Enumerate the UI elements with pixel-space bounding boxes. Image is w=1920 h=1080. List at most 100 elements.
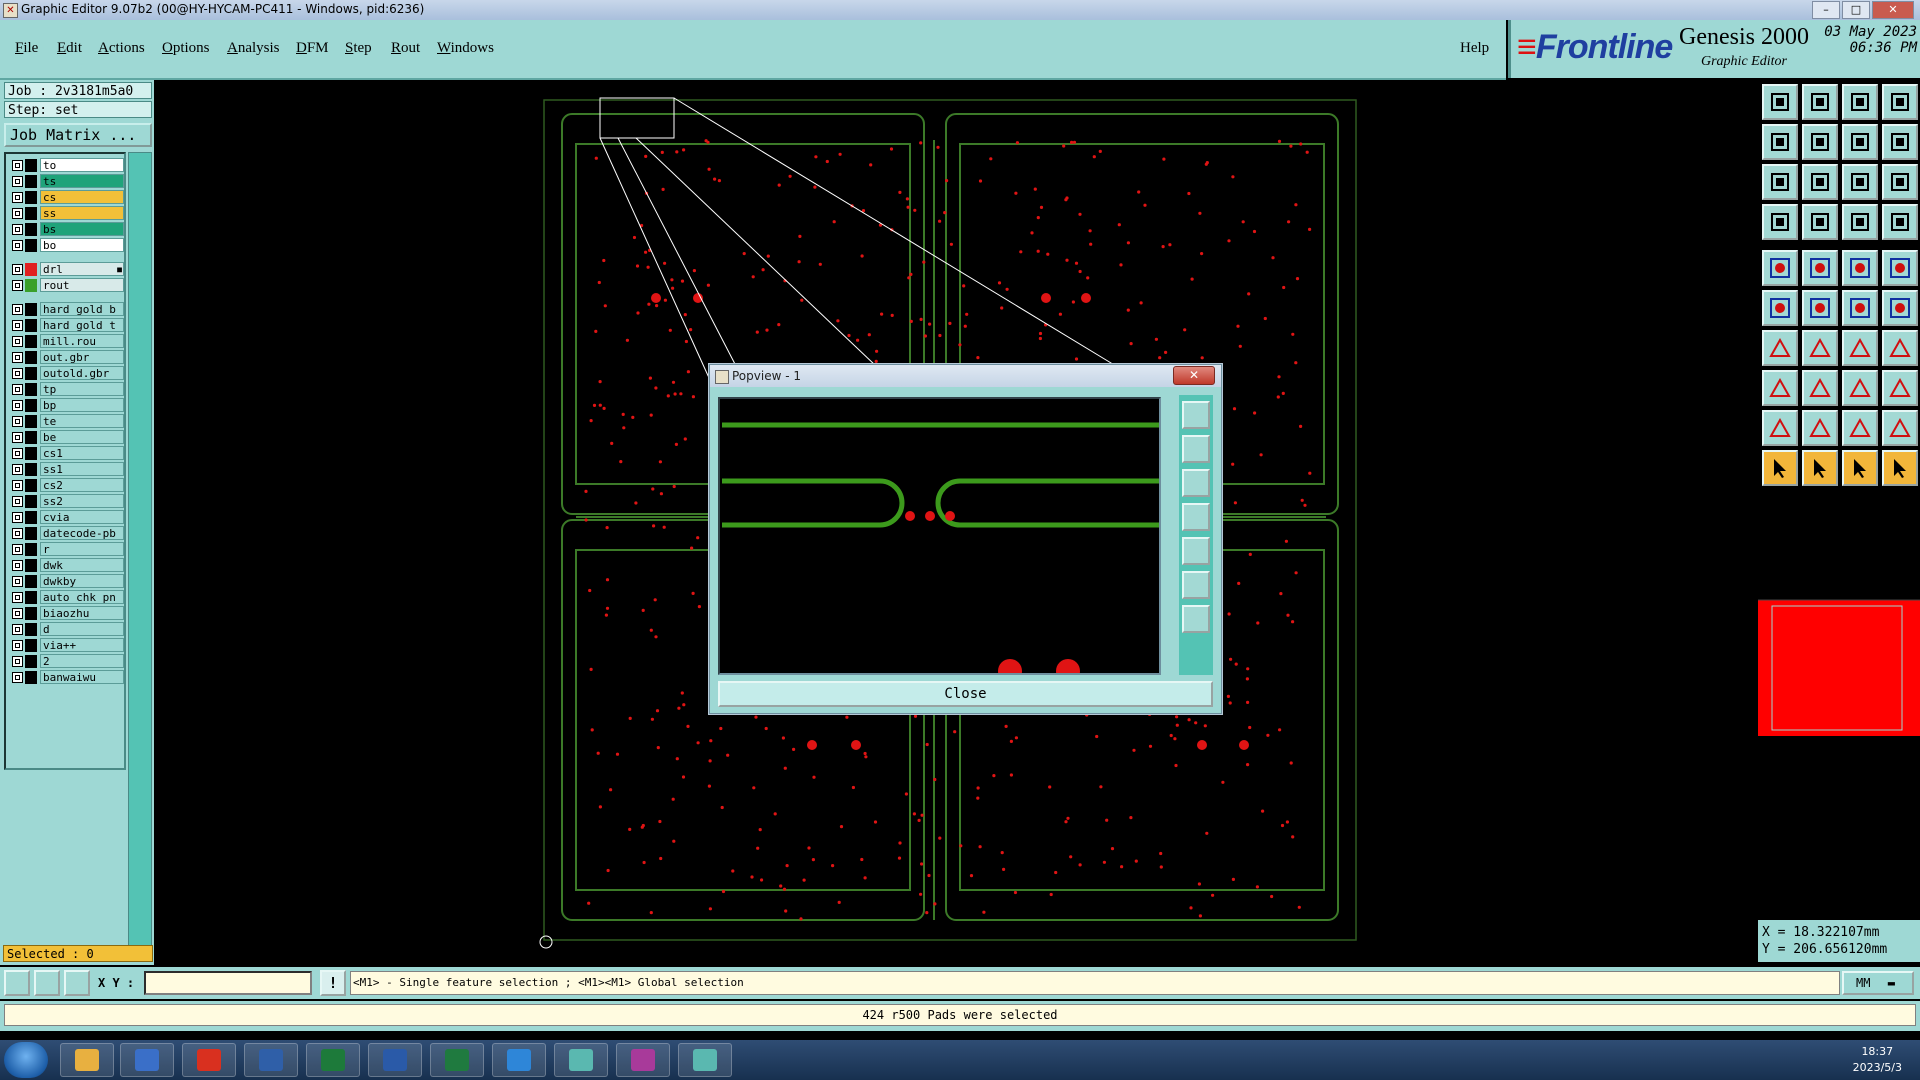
left-view-icon[interactable] <box>1762 124 1798 160</box>
xy-input[interactable] <box>144 971 312 995</box>
layer-checkbox[interactable] <box>12 624 23 635</box>
mirror-tool-icon[interactable] <box>1882 330 1918 366</box>
taskbar-app-messenger[interactable] <box>492 1043 546 1077</box>
layer-name[interactable]: datecode-pb <box>40 526 124 540</box>
layer-row-be[interactable]: be <box>9 430 125 445</box>
layer-row-via-[interactable]: via++ <box>9 638 125 653</box>
menu-options[interactable]: Options <box>162 40 210 57</box>
layer-checkbox[interactable] <box>12 240 23 251</box>
menu-edit[interactable]: Edit <box>57 40 82 57</box>
layer-name[interactable]: ss1 <box>40 462 124 476</box>
layer-name[interactable]: rout <box>40 278 124 292</box>
layer-row-ss[interactable]: ss <box>9 206 125 221</box>
add-line-icon[interactable] <box>1842 250 1878 286</box>
maximize-button[interactable]: □ <box>1842 1 1870 19</box>
fit-view-icon[interactable] <box>1762 164 1798 200</box>
layer-checkbox[interactable] <box>12 368 23 379</box>
layer-color-swatch[interactable] <box>25 479 37 492</box>
popview-pan-left-button[interactable] <box>1182 503 1210 531</box>
connect-a-icon[interactable] <box>1842 290 1878 326</box>
move-tool-icon[interactable] <box>1762 370 1798 406</box>
layer-row-dwkby[interactable]: dwkby <box>9 574 125 589</box>
layer-row-rout[interactable]: rout <box>9 278 125 293</box>
top-view-icon[interactable] <box>1762 84 1798 120</box>
layer-checkbox[interactable] <box>12 224 23 235</box>
layer-color-swatch[interactable] <box>25 351 37 364</box>
layer-color-swatch[interactable] <box>25 575 37 588</box>
layer-color-swatch[interactable] <box>25 263 37 276</box>
layer-checkbox[interactable] <box>12 384 23 395</box>
bottom-view-icon[interactable] <box>1802 84 1838 120</box>
layer-row-ts[interactable]: ts <box>9 174 125 189</box>
layer-color-swatch[interactable] <box>25 223 37 236</box>
layer-checkbox[interactable] <box>12 576 23 587</box>
menu-dfm[interactable]: DFM <box>296 40 329 57</box>
layer-row-bo[interactable]: bo <box>9 238 125 253</box>
alert-button[interactable]: ! <box>320 970 346 996</box>
layer-row-ss2[interactable]: ss2 <box>9 494 125 509</box>
layer-checkbox[interactable] <box>12 640 23 651</box>
layer-checkbox[interactable] <box>12 264 23 275</box>
layer-color-swatch[interactable] <box>25 207 37 220</box>
layer-name[interactable]: d <box>40 622 124 636</box>
menu-actions[interactable]: Actions <box>98 40 145 57</box>
zoom-box-icon[interactable] <box>1802 164 1838 200</box>
layer-row-bs[interactable]: bs <box>9 222 125 237</box>
copy-tool-icon[interactable] <box>1882 370 1918 406</box>
cross-select-icon[interactable] <box>1802 290 1838 326</box>
layer-name[interactable]: 2 <box>40 654 124 668</box>
layer-row-cs2[interactable]: cs2 <box>9 478 125 493</box>
layer-color-swatch[interactable] <box>25 367 37 380</box>
layer-name[interactable]: ts <box>40 174 124 188</box>
popview-pan-right-button[interactable] <box>1182 537 1210 565</box>
add-pad-icon[interactable] <box>1762 250 1798 286</box>
layer-row-d[interactable]: d <box>9 622 125 637</box>
add-polygon-icon[interactable] <box>1802 250 1838 286</box>
layer-name[interactable]: bo <box>40 238 124 252</box>
line-edit-icon[interactable] <box>1802 370 1838 406</box>
taskbar-app-save[interactable] <box>244 1043 298 1077</box>
taskbar-app-shell[interactable] <box>60 1043 114 1077</box>
layer-name[interactable]: auto_chk_pn <box>40 590 124 604</box>
layer-name[interactable]: outold.gbr <box>40 366 124 380</box>
layer-row-2[interactable]: 2 <box>9 654 125 669</box>
layer-checkbox[interactable] <box>12 192 23 203</box>
layer-row-mill-rou[interactable]: mill.rou <box>9 334 125 349</box>
layer-name[interactable]: te <box>40 414 124 428</box>
layer-row-biaozhu[interactable]: biaozhu <box>9 606 125 621</box>
layer-name[interactable]: cvia <box>40 510 124 524</box>
grid-button[interactable] <box>64 970 90 996</box>
triangle-d-icon[interactable] <box>1882 410 1918 446</box>
layer-checkbox[interactable] <box>12 320 23 331</box>
layer-checkbox[interactable] <box>12 480 23 491</box>
layer-color-swatch[interactable] <box>25 559 37 572</box>
flip-view-icon[interactable] <box>1842 124 1878 160</box>
layer-checkbox[interactable] <box>12 352 23 363</box>
layer-row-drl[interactable]: drl ■ <box>9 262 125 277</box>
layer-color-swatch[interactable] <box>25 607 37 620</box>
layer-color-swatch[interactable] <box>25 383 37 396</box>
layer-name[interactable]: bp <box>40 398 124 412</box>
layer-color-swatch[interactable] <box>25 543 37 556</box>
layer-checkbox[interactable] <box>12 464 23 475</box>
draw-line-icon[interactable] <box>1762 330 1798 366</box>
pointer-c-icon[interactable] <box>1842 450 1878 486</box>
popview-pan-up-button[interactable] <box>1182 435 1210 463</box>
layer-name[interactable]: cs2 <box>40 478 124 492</box>
layer-list-scrollbar[interactable] <box>128 152 152 948</box>
layer-name[interactable]: r <box>40 542 124 556</box>
layer-color-swatch[interactable] <box>25 495 37 508</box>
layer-color-swatch[interactable] <box>25 447 37 460</box>
select-nodes-icon[interactable] <box>1762 290 1798 326</box>
layer-color-swatch[interactable] <box>25 415 37 428</box>
start-button[interactable] <box>4 1042 48 1078</box>
layer-color-swatch[interactable] <box>25 303 37 316</box>
taskbar-app-notepad[interactable] <box>120 1043 174 1077</box>
menu-help[interactable]: Help <box>1460 40 1489 57</box>
add-round-icon[interactable] <box>1882 250 1918 286</box>
layer-color-swatch[interactable] <box>25 399 37 412</box>
layer-checkbox[interactable] <box>12 304 23 315</box>
units-selector[interactable]: MM ▬ <box>1842 971 1914 995</box>
scale-1-2-icon[interactable] <box>1842 164 1878 200</box>
snap-mode-button[interactable] <box>4 970 30 996</box>
